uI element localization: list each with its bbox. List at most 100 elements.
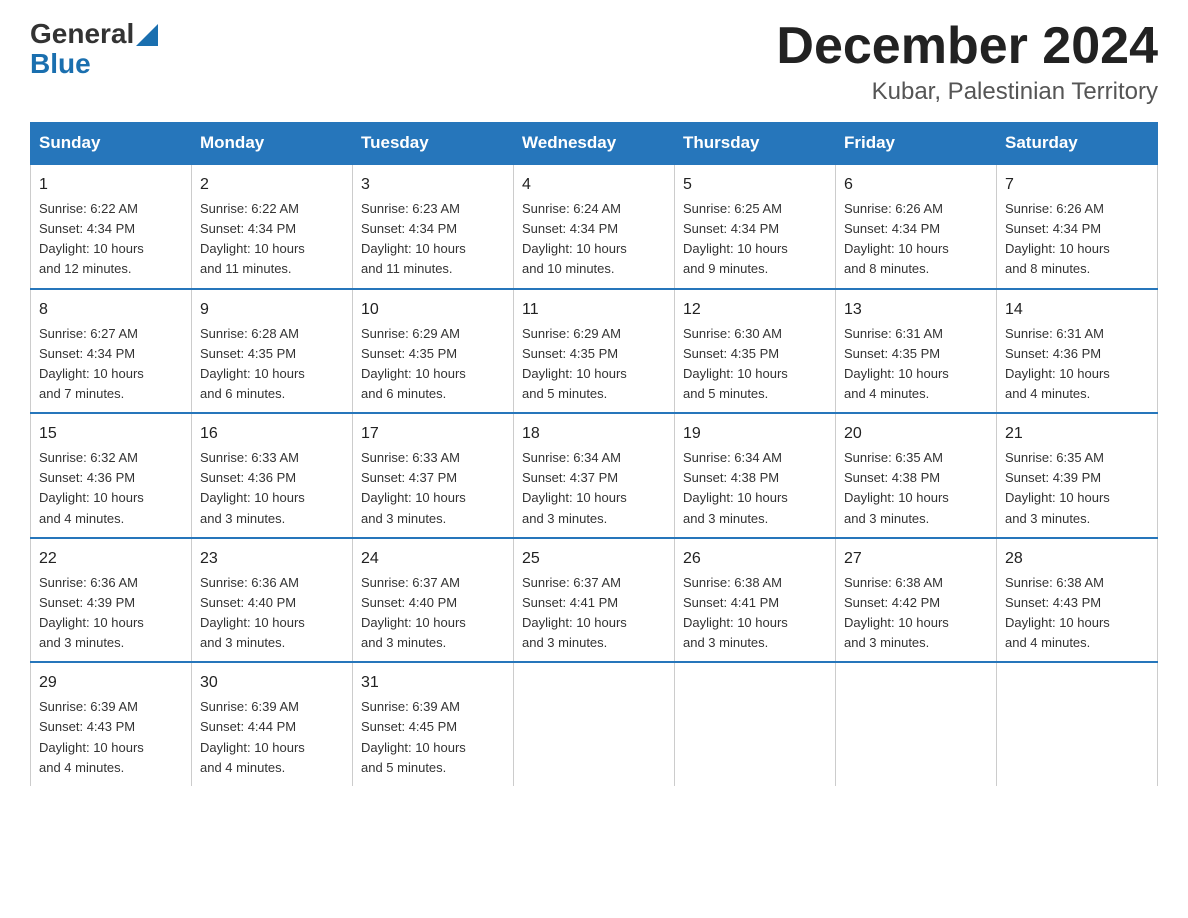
logo: General Blue (30, 20, 158, 80)
month-title: December 2024 (776, 20, 1158, 72)
col-header-wednesday: Wednesday (514, 123, 675, 165)
day-info: Sunrise: 6:34 AMSunset: 4:38 PMDaylight:… (683, 450, 788, 525)
calendar-cell: 27 Sunrise: 6:38 AMSunset: 4:42 PMDayligh… (836, 538, 997, 663)
calendar-cell: 22 Sunrise: 6:36 AMSunset: 4:39 PMDayligh… (31, 538, 192, 663)
day-number: 11 (522, 298, 666, 322)
calendar-cell: 11Sunrise: 6:29 AMSunset: 4:35 PMDayligh… (514, 289, 675, 414)
calendar-cell (836, 662, 997, 786)
day-info: Sunrise: 6:34 AMSunset: 4:37 PMDaylight:… (522, 450, 627, 525)
day-info: Sunrise: 6:38 AMSunset: 4:41 PMDaylight:… (683, 575, 788, 650)
day-number: 21 (1005, 422, 1149, 446)
day-number: 30 (200, 671, 344, 695)
day-number: 2 (200, 173, 344, 197)
calendar-header-row: SundayMondayTuesdayWednesdayThursdayFrid… (31, 123, 1158, 165)
logo-blue: Blue (30, 48, 91, 80)
calendar-cell: 28Sunrise: 6:38 AMSunset: 4:43 PMDayligh… (997, 538, 1158, 663)
calendar-table: SundayMondayTuesdayWednesdayThursdayFrid… (30, 122, 1158, 786)
week-row-3: 15Sunrise: 6:32 AMSunset: 4:36 PMDayligh… (31, 413, 1158, 538)
day-info: Sunrise: 6:23 AMSunset: 4:34 PMDaylight:… (361, 201, 466, 276)
day-info: Sunrise: 6:35 AMSunset: 4:39 PMDaylight:… (1005, 450, 1110, 525)
col-header-monday: Monday (192, 123, 353, 165)
day-number: 24 (361, 547, 505, 571)
day-info: Sunrise: 6:35 AMSunset: 4:38 PMDaylight:… (844, 450, 949, 525)
logo-triangle-icon (136, 24, 158, 46)
day-info: Sunrise: 6:26 AMSunset: 4:34 PMDaylight:… (1005, 201, 1110, 276)
day-number: 15 (39, 422, 183, 446)
day-number: 1 (39, 173, 183, 197)
day-info: Sunrise: 6:22 AMSunset: 4:34 PMDaylight:… (200, 201, 305, 276)
calendar-cell: 24Sunrise: 6:37 AMSunset: 4:40 PMDayligh… (353, 538, 514, 663)
calendar-cell: 7Sunrise: 6:26 AMSunset: 4:34 PMDaylight… (997, 164, 1158, 289)
calendar-cell: 12 Sunrise: 6:30 AMSunset: 4:35 PMDayligh… (675, 289, 836, 414)
calendar-cell: 3 Sunrise: 6:23 AMSunset: 4:34 PMDaylight… (353, 164, 514, 289)
calendar-cell: 26 Sunrise: 6:38 AMSunset: 4:41 PMDayligh… (675, 538, 836, 663)
day-number: 29 (39, 671, 183, 695)
calendar-cell: 18 Sunrise: 6:34 AMSunset: 4:37 PMDayligh… (514, 413, 675, 538)
day-number: 27 (844, 547, 988, 571)
day-number: 8 (39, 298, 183, 322)
day-info: Sunrise: 6:33 AMSunset: 4:36 PMDaylight:… (200, 450, 305, 525)
calendar-cell: 14 Sunrise: 6:31 AMSunset: 4:36 PMDayligh… (997, 289, 1158, 414)
day-info: Sunrise: 6:31 AMSunset: 4:36 PMDaylight:… (1005, 326, 1110, 401)
calendar-cell: 30 Sunrise: 6:39 AMSunset: 4:44 PMDayligh… (192, 662, 353, 786)
week-row-5: 29Sunrise: 6:39 AMSunset: 4:43 PMDayligh… (31, 662, 1158, 786)
day-info: Sunrise: 6:31 AMSunset: 4:35 PMDaylight:… (844, 326, 949, 401)
logo-general: General (30, 20, 134, 48)
calendar-cell: 5 Sunrise: 6:25 AMSunset: 4:34 PMDaylight… (675, 164, 836, 289)
calendar-cell: 6Sunrise: 6:26 AMSunset: 4:34 PMDaylight… (836, 164, 997, 289)
day-number: 20 (844, 422, 988, 446)
week-row-2: 8 Sunrise: 6:27 AMSunset: 4:34 PMDaylight… (31, 289, 1158, 414)
calendar-cell: 17Sunrise: 6:33 AMSunset: 4:37 PMDayligh… (353, 413, 514, 538)
col-header-thursday: Thursday (675, 123, 836, 165)
calendar-cell: 29Sunrise: 6:39 AMSunset: 4:43 PMDayligh… (31, 662, 192, 786)
day-info: Sunrise: 6:30 AMSunset: 4:35 PMDaylight:… (683, 326, 788, 401)
day-number: 31 (361, 671, 505, 695)
day-number: 17 (361, 422, 505, 446)
day-number: 5 (683, 173, 827, 197)
calendar-cell: 8 Sunrise: 6:27 AMSunset: 4:34 PMDaylight… (31, 289, 192, 414)
day-info: Sunrise: 6:28 AMSunset: 4:35 PMDaylight:… (200, 326, 305, 401)
calendar-cell: 21 Sunrise: 6:35 AMSunset: 4:39 PMDayligh… (997, 413, 1158, 538)
day-info: Sunrise: 6:38 AMSunset: 4:42 PMDaylight:… (844, 575, 949, 650)
day-number: 26 (683, 547, 827, 571)
col-header-tuesday: Tuesday (353, 123, 514, 165)
page-header: General Blue December 2024 Kubar, Palest… (30, 20, 1158, 106)
day-info: Sunrise: 6:25 AMSunset: 4:34 PMDaylight:… (683, 201, 788, 276)
day-info: Sunrise: 6:22 AMSunset: 4:34 PMDaylight:… (39, 201, 144, 276)
day-info: Sunrise: 6:39 AMSunset: 4:45 PMDaylight:… (361, 699, 466, 774)
col-header-sunday: Sunday (31, 123, 192, 165)
calendar-cell (514, 662, 675, 786)
calendar-cell: 2 Sunrise: 6:22 AMSunset: 4:34 PMDaylight… (192, 164, 353, 289)
day-number: 19 (683, 422, 827, 446)
calendar-cell: 15Sunrise: 6:32 AMSunset: 4:36 PMDayligh… (31, 413, 192, 538)
calendar-cell: 10Sunrise: 6:29 AMSunset: 4:35 PMDayligh… (353, 289, 514, 414)
day-number: 6 (844, 173, 988, 197)
day-info: Sunrise: 6:37 AMSunset: 4:41 PMDaylight:… (522, 575, 627, 650)
day-info: Sunrise: 6:36 AMSunset: 4:40 PMDaylight:… (200, 575, 305, 650)
day-number: 25 (522, 547, 666, 571)
calendar-cell (997, 662, 1158, 786)
day-info: Sunrise: 6:38 AMSunset: 4:43 PMDaylight:… (1005, 575, 1110, 650)
day-number: 16 (200, 422, 344, 446)
calendar-cell: 31 Sunrise: 6:39 AMSunset: 4:45 PMDayligh… (353, 662, 514, 786)
calendar-cell: 9 Sunrise: 6:28 AMSunset: 4:35 PMDaylight… (192, 289, 353, 414)
day-info: Sunrise: 6:39 AMSunset: 4:44 PMDaylight:… (200, 699, 305, 774)
day-number: 3 (361, 173, 505, 197)
day-number: 22 (39, 547, 183, 571)
day-number: 9 (200, 298, 344, 322)
day-info: Sunrise: 6:29 AMSunset: 4:35 PMDaylight:… (361, 326, 466, 401)
day-number: 4 (522, 173, 666, 197)
calendar-cell: 16 Sunrise: 6:33 AMSunset: 4:36 PMDayligh… (192, 413, 353, 538)
calendar-cell (675, 662, 836, 786)
day-info: Sunrise: 6:36 AMSunset: 4:39 PMDaylight:… (39, 575, 144, 650)
day-number: 18 (522, 422, 666, 446)
col-header-friday: Friday (836, 123, 997, 165)
calendar-cell: 20 Sunrise: 6:35 AMSunset: 4:38 PMDayligh… (836, 413, 997, 538)
week-row-4: 22 Sunrise: 6:36 AMSunset: 4:39 PMDayligh… (31, 538, 1158, 663)
day-info: Sunrise: 6:27 AMSunset: 4:34 PMDaylight:… (39, 326, 144, 401)
calendar-cell: 23Sunrise: 6:36 AMSunset: 4:40 PMDayligh… (192, 538, 353, 663)
day-number: 14 (1005, 298, 1149, 322)
calendar-cell: 25 Sunrise: 6:37 AMSunset: 4:41 PMDayligh… (514, 538, 675, 663)
day-number: 12 (683, 298, 827, 322)
calendar-cell: 4Sunrise: 6:24 AMSunset: 4:34 PMDaylight… (514, 164, 675, 289)
